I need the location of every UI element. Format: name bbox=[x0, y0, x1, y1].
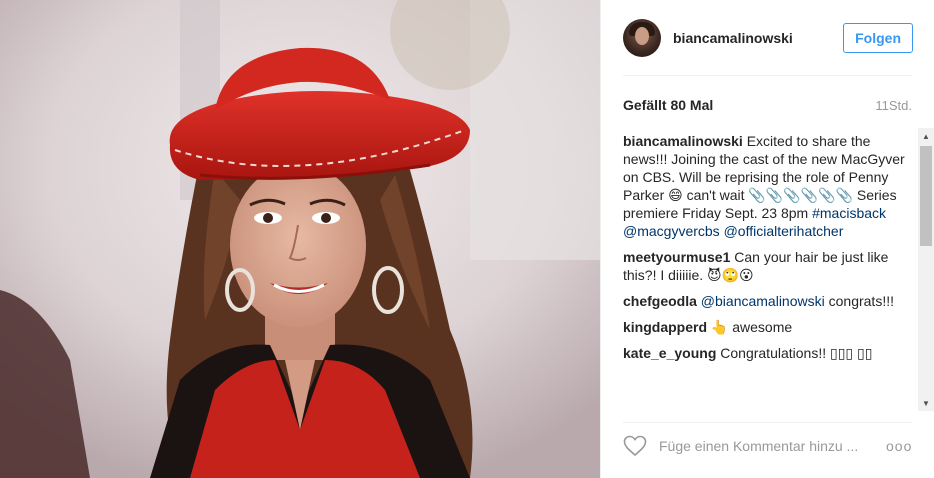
footer-divider bbox=[623, 422, 912, 423]
hashtag-link[interactable]: #macisback bbox=[812, 205, 886, 221]
scroll-up-arrow-icon[interactable]: ▲ bbox=[918, 128, 934, 144]
header-divider bbox=[623, 75, 912, 76]
avatar-face bbox=[635, 27, 649, 45]
comment-item: meetyourmuse1 Can your hair be just like… bbox=[623, 248, 913, 284]
comment-item: biancamalinowski Excited to share the ne… bbox=[623, 132, 913, 240]
comment-text: 👆 awesome bbox=[707, 319, 793, 335]
comment-username[interactable]: biancamalinowski bbox=[623, 133, 743, 149]
post-time[interactable]: 11Std. bbox=[875, 98, 912, 113]
post-header: biancamalinowski Folgen bbox=[601, 0, 934, 76]
comment-footer: ooo bbox=[623, 433, 912, 459]
comment-username[interactable]: meetyourmuse1 bbox=[623, 249, 730, 265]
likes-count[interactable]: Gefällt 80 Mal bbox=[623, 97, 713, 113]
comment-username[interactable]: kate_e_young bbox=[623, 345, 716, 361]
comment-username[interactable]: kingdapperd bbox=[623, 319, 707, 335]
likes-row: Gefällt 80 Mal 11Std. bbox=[623, 96, 912, 114]
comment-item: chefgeodla @biancamalinowski congrats!!! bbox=[623, 292, 913, 310]
mention-link[interactable]: @biancamalinowski bbox=[701, 293, 825, 309]
post-username[interactable]: biancamalinowski bbox=[673, 30, 843, 46]
comment-text: Congratulations!! ▯▯▯ ▯▯ bbox=[716, 345, 873, 361]
avatar[interactable] bbox=[623, 19, 661, 57]
more-options-icon[interactable]: ooo bbox=[886, 438, 912, 454]
mention-link[interactable]: @macgyvercbs bbox=[623, 223, 720, 239]
comment-text: congrats!!! bbox=[824, 293, 894, 309]
comment-input[interactable] bbox=[659, 438, 886, 454]
instagram-post-view: biancamalinowski Folgen Gefällt 80 Mal 1… bbox=[0, 0, 934, 478]
mention-link[interactable]: @officialterihatcher bbox=[724, 223, 844, 239]
comments-list: biancamalinowski Excited to share the ne… bbox=[623, 132, 913, 410]
comment-item: kate_e_young Congratulations!! ▯▯▯ ▯▯ bbox=[623, 344, 913, 362]
comment-item: kingdapperd 👆 awesome bbox=[623, 318, 913, 336]
scroll-thumb[interactable] bbox=[920, 146, 932, 246]
post-side-panel: biancamalinowski Folgen Gefällt 80 Mal 1… bbox=[600, 0, 934, 478]
comments-scrollbar[interactable]: ▲ ▼ bbox=[918, 128, 934, 411]
heart-icon[interactable] bbox=[623, 435, 647, 457]
scroll-down-arrow-icon[interactable]: ▼ bbox=[918, 395, 934, 411]
post-photo[interactable] bbox=[0, 0, 600, 478]
comment-username[interactable]: chefgeodla bbox=[623, 293, 697, 309]
photo-illustration bbox=[0, 0, 600, 478]
follow-button[interactable]: Folgen bbox=[843, 23, 913, 53]
